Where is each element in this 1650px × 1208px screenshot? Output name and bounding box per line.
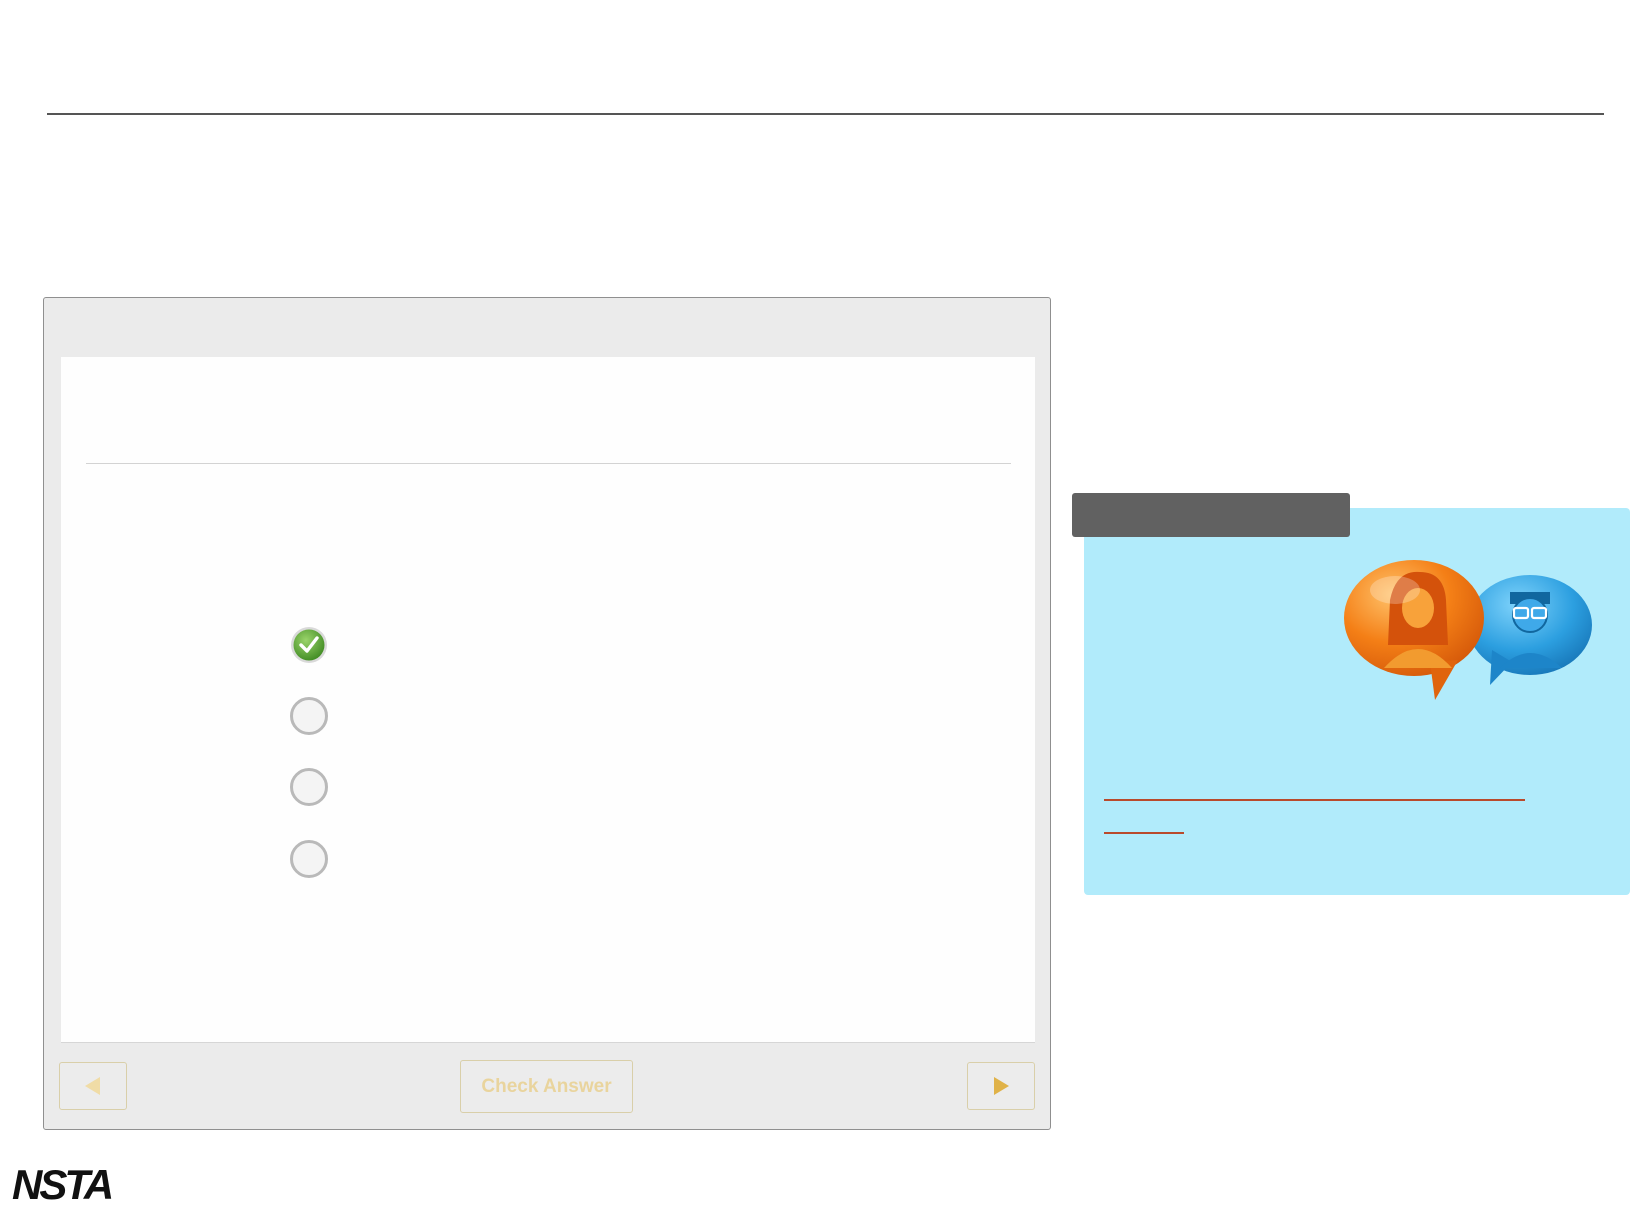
answer-choice-1[interactable] [290, 626, 328, 664]
link-underline[interactable] [1104, 799, 1525, 801]
header-divider [47, 113, 1604, 115]
nsta-logo: NSTA [12, 1161, 114, 1208]
radio-empty-icon [290, 697, 328, 735]
answer-choice-2[interactable] [290, 697, 328, 735]
question-divider [86, 463, 1011, 464]
triangle-left-icon [85, 1077, 100, 1095]
check-answer-button[interactable]: Check Answer [460, 1060, 633, 1113]
triangle-right-icon [994, 1077, 1009, 1095]
answer-choice-3[interactable] [290, 768, 328, 806]
quiz-frame: Check Answer [43, 297, 1051, 1130]
previous-button[interactable] [59, 1062, 127, 1110]
check-circle-icon [291, 627, 327, 663]
question-panel [61, 357, 1035, 1043]
answer-choice-4[interactable] [290, 840, 328, 878]
link-underline[interactable] [1104, 832, 1184, 834]
radio-empty-icon [290, 768, 328, 806]
discussion-people-bubbles-icon [1344, 560, 1592, 700]
discussion-tab-header [1072, 493, 1350, 537]
radio-empty-icon [290, 840, 328, 878]
next-button[interactable] [967, 1062, 1035, 1110]
